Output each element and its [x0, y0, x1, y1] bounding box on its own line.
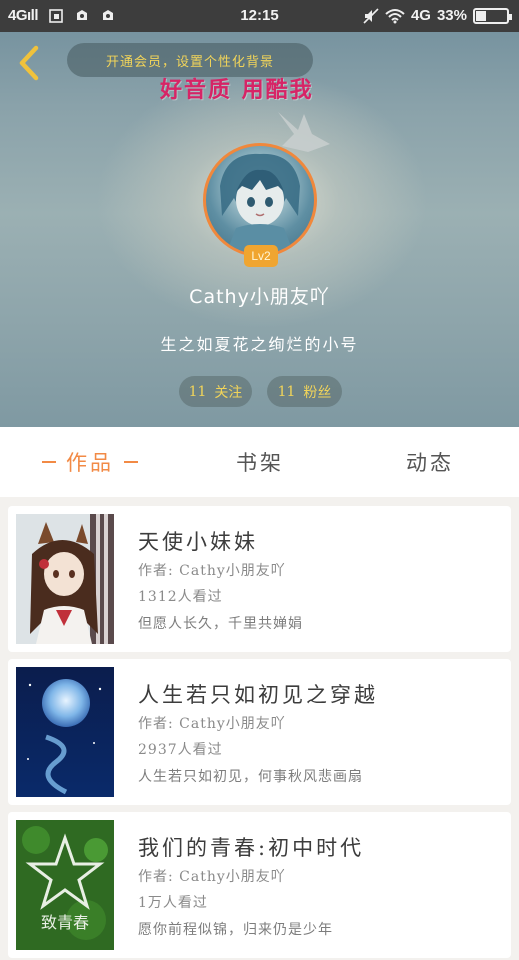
avatar[interactable] [203, 143, 317, 257]
book-cover [16, 667, 114, 797]
cover-image [16, 514, 114, 644]
tab-label: 书架 [236, 451, 284, 475]
work-views: 1312人看过 [138, 589, 223, 605]
work-description: 但愿人长久，千里共婵娟 [138, 616, 303, 632]
work-description: 愿你前程似锦，归来仍是少年 [138, 922, 333, 938]
work-title: 天使小妹妹 [138, 530, 258, 554]
work-title: 我们的青春:初中时代 [138, 836, 365, 860]
book-cover [16, 514, 114, 644]
mute-icon [363, 7, 379, 24]
chevron-left-icon [19, 45, 39, 81]
profile-tabs: 作品 书架 动态 [0, 427, 519, 497]
work-author: 作者: Cathy小朋友吖 [138, 716, 286, 732]
back-button[interactable] [12, 44, 46, 82]
active-tab-indicator [124, 461, 138, 463]
tab-moments[interactable]: 动态 [360, 427, 500, 497]
work-card[interactable]: 致青春 我们的青春:初中时代 作者: Cathy小朋友吖 1万人看过 愿你前程似… [8, 812, 511, 958]
work-author: 作者: Cathy小朋友吖 [138, 563, 286, 579]
work-description: 人生若只如初见，何事秋风悲画扇 [138, 769, 363, 785]
following-button[interactable]: 11 关注 [179, 376, 252, 407]
active-tab-indicator [42, 461, 56, 463]
following-count: 11 [188, 383, 207, 400]
username: Cathy小朋友吖 [189, 286, 330, 308]
tab-works[interactable]: 作品 [20, 427, 160, 497]
cover-text: 致青春 [41, 913, 89, 932]
status-bar: 4Gıll 12:15 4G 33% [0, 0, 519, 32]
fans-label: 粉丝 [303, 384, 332, 401]
network-type: 4G [410, 7, 431, 24]
avatar-image [220, 153, 300, 254]
profile-header: 4Gıll 12:15 4G 33% 开通会员，设置个性化背景 好音质 用酷我 … [0, 0, 519, 427]
book-cover: 致青春 [16, 820, 114, 950]
following-label: 关注 [214, 384, 243, 401]
fans-count: 11 [277, 383, 296, 400]
fans-button[interactable]: 11 粉丝 [267, 376, 342, 407]
tab-label: 作品 [66, 451, 114, 475]
user-signature: 生之如夏花之绚烂的小号 [160, 335, 359, 354]
battery-level [476, 10, 486, 21]
battery-icon [473, 7, 512, 24]
level-badge: Lv2 [244, 245, 278, 267]
promo-slogan: 好音质 用酷我 [160, 77, 314, 103]
work-author: 作者: Cathy小朋友吖 [138, 869, 286, 885]
cover-image [16, 667, 114, 797]
wifi-icon [385, 8, 405, 23]
work-card[interactable]: 人生若只如初见之穿越 作者: Cathy小朋友吖 2937人看过 人生若只如初见… [8, 659, 511, 805]
cover-image: 致青春 [16, 820, 114, 950]
work-views: 1万人看过 [138, 895, 208, 911]
work-card[interactable]: 天使小妹妹 作者: Cathy小朋友吖 1312人看过 但愿人长久，千里共婵娟 [8, 506, 511, 652]
work-title: 人生若只如初见之穿越 [138, 683, 378, 707]
battery-percent: 33% [436, 7, 467, 24]
tab-bookshelf[interactable]: 书架 [190, 427, 330, 497]
tab-label: 动态 [406, 451, 454, 475]
work-views: 2937人看过 [138, 742, 223, 758]
